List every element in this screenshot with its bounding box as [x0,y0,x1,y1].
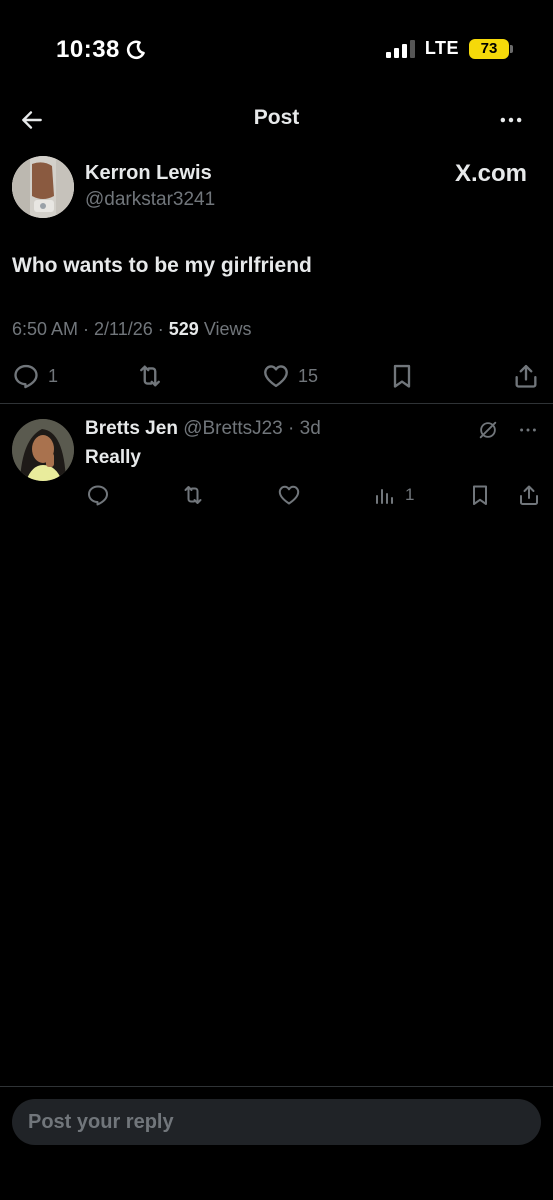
like-button[interactable]: 15 [262,358,318,394]
reply-bookmark-button[interactable] [468,481,492,509]
like-count: 15 [298,365,319,386]
reply-repost-button[interactable] [181,481,205,509]
avatar-photo [12,156,74,218]
post-text: Who wants to be my girlfriend [12,254,312,277]
repost-icon [140,365,160,387]
author-name[interactable]: Kerron Lewis [85,162,212,185]
reply-text: Really [85,447,141,468]
heart-icon [278,485,300,505]
comment-icon [88,485,108,506]
repost-icon [184,486,202,504]
status-indicators: LTE 73 [385,38,513,59]
moon-icon [126,40,145,60]
battery-icon: 73 [469,38,513,59]
repost-button[interactable] [136,358,164,394]
reply-post[interactable]: Bretts Jen @BrettsJ23 · 3d Really 1 [0,405,553,515]
clock-text: 10:38 [56,36,120,63]
reply-input[interactable] [12,1099,541,1145]
reply-share-button[interactable] [517,481,541,509]
comment-icon [14,364,38,389]
reply-comment-button[interactable] [86,481,110,509]
reply-like-button[interactable] [277,481,301,509]
reply-composer [0,1086,553,1200]
reply-age: · 3d [288,418,321,439]
more-horizontal-icon[interactable] [517,419,539,441]
bookmark-button[interactable] [388,358,416,394]
page-title: Post [253,106,300,129]
more-horizontal-icon [500,117,522,123]
reply-author-name[interactable]: Bretts Jen [85,418,178,439]
reply-author-handle[interactable]: @BrettsJ23 [183,418,283,439]
author-avatar[interactable] [12,156,74,218]
reply-header: Bretts Jen @BrettsJ23 · 3d [85,418,321,440]
bookmark-icon [393,364,411,388]
views-label: Views [198,319,252,339]
post-timestamp: 6:50 AM · 2/11/26 · [12,319,169,339]
views-chart-icon [376,489,393,504]
author-handle[interactable]: @darkstar3241 [85,189,215,211]
reply-views-count: 1 [405,485,415,504]
reply-actions: 1 [0,481,553,509]
source-label: X.com [454,160,527,187]
status-bar: 10:38 LTE 73 [0,0,553,100]
more-options-button[interactable] [495,104,527,136]
bookmark-icon [473,485,487,505]
top-nav: Post [0,98,553,140]
divider [0,403,553,404]
reply-top-icons [477,419,539,441]
reply-button[interactable]: 1 [12,358,58,394]
views-count[interactable]: 529 [169,319,199,339]
grok-icon[interactable] [477,419,499,441]
status-time: 10:38 [56,36,146,64]
signal-icon [385,39,415,58]
post-meta: 6:50 AM · 2/11/26 · 529 Views [12,319,252,340]
battery-level: 73 [480,40,498,57]
share-icon [515,364,537,388]
share-icon [520,485,538,505]
avatar-photo [12,419,74,481]
reply-count: 1 [48,365,59,386]
network-label: LTE [424,38,459,58]
post-actions: 1 15 [0,358,553,394]
share-button[interactable] [512,358,540,394]
heart-icon [264,365,288,388]
reply-views-button[interactable]: 1 [373,481,414,509]
reply-author-avatar[interactable] [12,419,74,481]
